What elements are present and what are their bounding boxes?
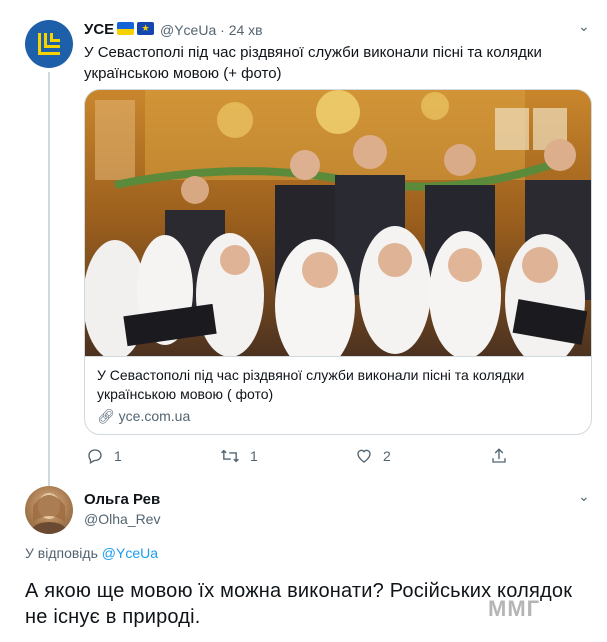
reply-button[interactable]: 1 [86,446,122,466]
thread-line [48,72,50,487]
retweet-icon [220,447,240,465]
retweet-count: 1 [250,448,258,464]
author-name[interactable]: УСЕ [84,21,114,38]
avatar-yce[interactable] [25,20,73,68]
share-button[interactable] [490,446,508,466]
avatar-olha[interactable] [25,486,73,534]
reply-icon [86,447,104,465]
share-icon [490,447,508,465]
link-card[interactable]: У Севастополі під час різдвяної служби в… [84,89,592,435]
like-button[interactable]: 2 [355,446,391,466]
card-image [85,90,591,357]
reply-context: У відповідь @YceUa [25,545,158,561]
tweet-text: У Севастополі під час різдвяної служби в… [84,44,542,82]
chevron-down-icon[interactable]: ⌄ [578,18,590,35]
separator-dot: · [220,22,229,38]
flag-eu-icon: ★ [137,22,154,35]
timestamp[interactable]: 24 хв [229,22,263,38]
card-domain: 🔗︎ yce.com.ua [97,408,190,425]
card-title: У Севастополі під час різдвяної служби в… [97,367,525,402]
flag-ua-icon [117,22,134,35]
chevron-down-icon[interactable]: ⌄ [578,488,590,505]
author-name[interactable]: Ольга Рев [84,491,160,508]
author-handle[interactable]: @Olha_Rev [84,511,160,527]
handle-text: @YceUa [160,22,217,38]
link-icon: 🔗︎ [97,408,115,424]
like-count: 2 [383,448,391,464]
like-icon [355,447,373,465]
reply-prefix: У відповідь [25,545,98,561]
watermark: ММГ [488,596,541,621]
author-handle[interactable]: @YceUa · 24 хв [160,22,263,38]
card-domain-text: yce.com.ua [118,408,191,424]
retweet-button[interactable]: 1 [220,446,258,466]
reply-count: 1 [114,448,122,464]
logo-icon [38,33,60,55]
reply-mention-link[interactable]: @YceUa [102,545,158,561]
